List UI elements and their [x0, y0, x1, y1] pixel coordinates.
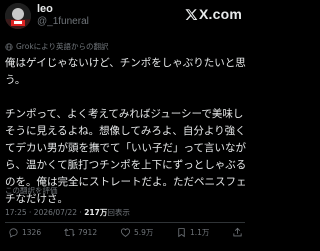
like-button[interactable]: 5.9万 [120, 227, 153, 238]
reply-button[interactable]: 1326 [8, 227, 41, 238]
repost-count: 7912 [78, 228, 98, 237]
action-bar: 1326 7912 5.9万 1.1万 [0, 227, 250, 245]
repost-button[interactable]: 7912 [64, 227, 97, 238]
post-date[interactable]: 2026/07/22 [34, 208, 77, 217]
meta-separator: · [29, 208, 32, 217]
globe-icon [5, 42, 13, 51]
share-button[interactable] [232, 227, 243, 238]
bookmark-count: 1.1万 [190, 228, 210, 237]
x-logo: X.com [185, 6, 242, 22]
views-label: 回表示 [107, 208, 130, 217]
x-logo-icon [185, 8, 198, 20]
post-header: leo @_1funeral X.com [0, 0, 250, 34]
views-count[interactable]: 217万 [84, 208, 107, 217]
like-count: 5.9万 [134, 228, 154, 237]
avatar[interactable] [5, 3, 31, 29]
display-name[interactable]: leo [37, 3, 89, 16]
meta-separator: · [79, 208, 82, 217]
bookmark-icon [178, 228, 185, 238]
translation-notice[interactable]: Grokにより英語からの翻訳 [5, 41, 109, 52]
reply-icon [9, 228, 18, 238]
post-meta: 17:25 · 2026/07/22 · 217万回表示 [5, 207, 130, 218]
share-icon [233, 227, 242, 237]
post-time[interactable]: 17:25 [5, 208, 27, 217]
user-handle[interactable]: @_1funeral [37, 16, 89, 28]
rate-translation-link[interactable]: この翻訳を評価 [5, 185, 58, 196]
x-logo-text: X.com [198, 6, 242, 22]
divider [5, 222, 245, 223]
translation-notice-text: Grokにより英語からの翻訳 [16, 42, 109, 51]
reply-count: 1326 [22, 228, 42, 237]
bookmark-button[interactable]: 1.1万 [176, 227, 209, 238]
heart-icon [120, 228, 131, 237]
repost-icon [64, 228, 75, 237]
author-block[interactable]: leo @_1funeral [37, 3, 89, 28]
